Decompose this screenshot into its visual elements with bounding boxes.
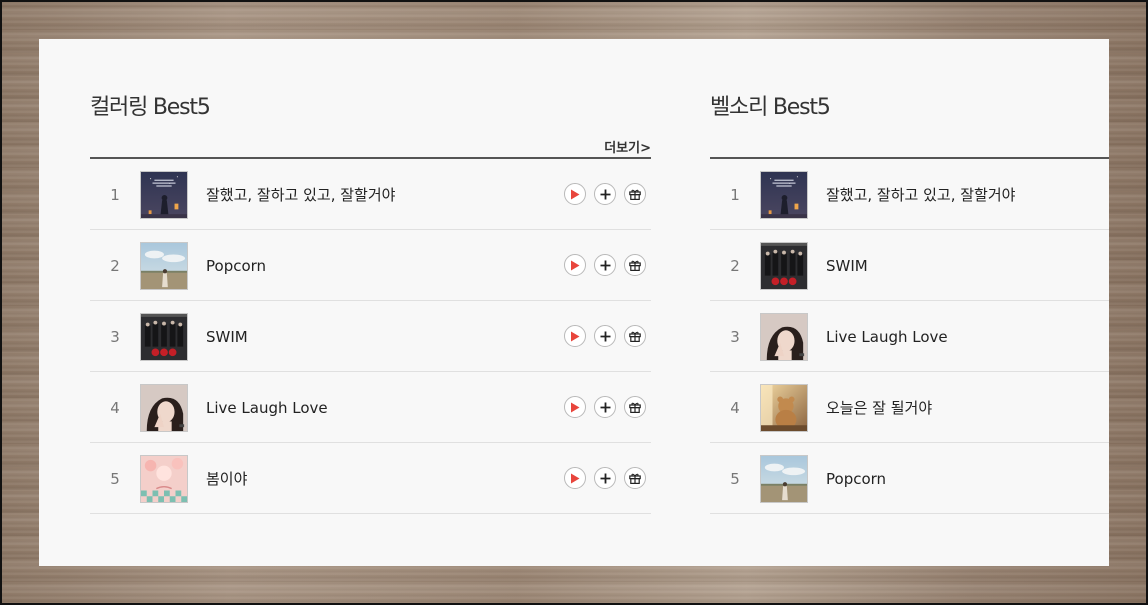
portrait-art — [141, 385, 187, 431]
group-roses-art — [141, 314, 187, 360]
song-title[interactable]: 잘했고, 잘하고 있고, 잘할거야 — [826, 159, 1015, 231]
list-item[interactable]: 4 오늘은 잘 될거야 — [710, 372, 1109, 443]
play-button[interactable] — [564, 325, 586, 347]
rank-number: 2 — [730, 257, 740, 275]
play-icon — [570, 331, 580, 342]
list-item[interactable]: 5 Popcorn — [710, 443, 1109, 514]
album-art[interactable] — [140, 171, 188, 219]
add-button[interactable] — [594, 467, 616, 489]
rank-number: 5 — [110, 470, 120, 488]
night-lanterns-art — [141, 172, 187, 218]
song-title[interactable]: Popcorn — [826, 443, 886, 515]
add-button[interactable] — [594, 254, 616, 276]
plus-icon — [600, 402, 611, 413]
play-icon — [570, 260, 580, 271]
pink-flowers-art — [141, 456, 187, 502]
group-roses-art — [761, 243, 807, 289]
song-title[interactable]: 잘했고, 잘하고 있고, 잘할거야 — [206, 159, 395, 231]
song-title[interactable]: Popcorn — [206, 230, 266, 302]
song-title[interactable]: 봄이야 — [206, 443, 247, 515]
chart-panel: 컬러링 Best5 더보기> 1 잘했고, 잘하고 있고, 잘할거야 2 Pop… — [39, 39, 1109, 566]
play-icon — [570, 473, 580, 484]
list-item[interactable]: 4 Live Laugh Love — [90, 372, 651, 443]
plus-icon — [600, 189, 611, 200]
list-item[interactable]: 2 Popcorn — [90, 230, 651, 301]
song-title[interactable]: SWIM — [206, 301, 248, 373]
rank-number: 1 — [110, 186, 120, 204]
album-art[interactable] — [760, 313, 808, 361]
song-title[interactable]: Live Laugh Love — [206, 372, 328, 444]
night-lanterns-art — [761, 172, 807, 218]
row-actions — [564, 467, 646, 489]
list-item[interactable]: 2 SWIM — [710, 230, 1109, 301]
rank-number: 1 — [730, 186, 740, 204]
gift-icon — [629, 260, 641, 271]
rank-number: 4 — [730, 399, 740, 417]
plus-icon — [600, 473, 611, 484]
list-item[interactable]: 1 잘했고, 잘하고 있고, 잘할거야 — [710, 159, 1109, 230]
teddy-bear-art — [761, 385, 807, 431]
list-item[interactable]: 3 Live Laugh Love — [710, 301, 1109, 372]
add-button[interactable] — [594, 183, 616, 205]
song-title[interactable]: SWIM — [826, 230, 868, 302]
row-actions — [564, 183, 646, 205]
gift-icon — [629, 473, 641, 484]
play-button[interactable] — [564, 183, 586, 205]
rank-number: 3 — [110, 328, 120, 346]
song-title[interactable]: 오늘은 잘 될거야 — [826, 372, 932, 444]
gift-button[interactable] — [624, 467, 646, 489]
album-art[interactable] — [760, 242, 808, 290]
play-icon — [570, 402, 580, 413]
sky-field-art — [761, 456, 807, 502]
bellsound-list: 1 잘했고, 잘하고 있고, 잘할거야 2 SWIM 3 Live Laugh … — [710, 157, 1109, 514]
play-button[interactable] — [564, 467, 586, 489]
play-button[interactable] — [564, 396, 586, 418]
rank-number: 4 — [110, 399, 120, 417]
rank-number: 2 — [110, 257, 120, 275]
add-button[interactable] — [594, 325, 616, 347]
album-art[interactable] — [140, 455, 188, 503]
row-actions — [564, 396, 646, 418]
coloring-list: 1 잘했고, 잘하고 있고, 잘할거야 2 Popcorn 3 SWIM 4 L… — [90, 157, 651, 514]
play-icon — [570, 189, 580, 200]
gift-button[interactable] — [624, 325, 646, 347]
gift-icon — [629, 189, 641, 200]
album-art[interactable] — [140, 242, 188, 290]
portrait-art — [761, 314, 807, 360]
plus-icon — [600, 260, 611, 271]
gift-button[interactable] — [624, 254, 646, 276]
album-art[interactable] — [140, 384, 188, 432]
gift-button[interactable] — [624, 396, 646, 418]
row-actions — [564, 325, 646, 347]
gift-icon — [629, 402, 641, 413]
list-item[interactable]: 5 봄이야 — [90, 443, 651, 514]
album-art[interactable] — [760, 171, 808, 219]
more-link[interactable]: 더보기> — [604, 137, 651, 156]
coloring-title: 컬러링 Best5 — [90, 95, 211, 120]
album-art[interactable] — [140, 313, 188, 361]
play-button[interactable] — [564, 254, 586, 276]
rank-number: 3 — [730, 328, 740, 346]
list-item[interactable]: 1 잘했고, 잘하고 있고, 잘할거야 — [90, 159, 651, 230]
rank-number: 5 — [730, 470, 740, 488]
list-item[interactable]: 3 SWIM — [90, 301, 651, 372]
song-title[interactable]: Live Laugh Love — [826, 301, 948, 373]
plus-icon — [600, 331, 611, 342]
gift-button[interactable] — [624, 183, 646, 205]
sky-field-art — [141, 243, 187, 289]
gift-icon — [629, 331, 641, 342]
row-actions — [564, 254, 646, 276]
album-art[interactable] — [760, 455, 808, 503]
album-art[interactable] — [760, 384, 808, 432]
add-button[interactable] — [594, 396, 616, 418]
bellsound-title: 벨소리 Best5 — [710, 95, 831, 120]
